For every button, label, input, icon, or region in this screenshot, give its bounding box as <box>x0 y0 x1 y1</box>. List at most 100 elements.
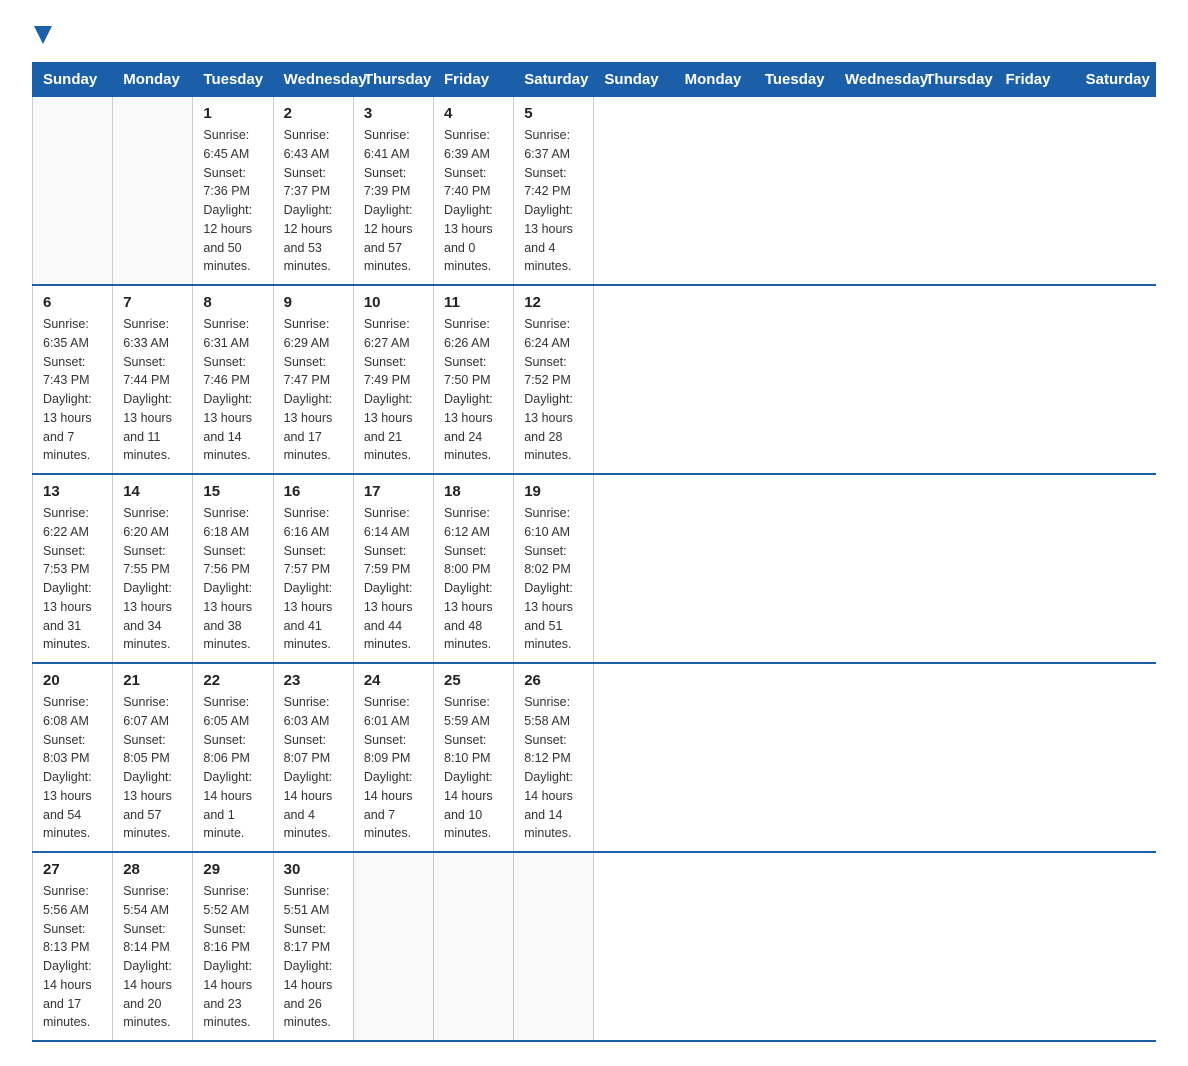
day-info: Sunrise: 6:35 AM Sunset: 7:43 PM Dayligh… <box>43 315 102 465</box>
column-header-sunday: Sunday <box>594 63 674 97</box>
calendar-cell: 21 Sunrise: 6:07 AM Sunset: 8:05 PM Dayli… <box>113 663 193 852</box>
day-info: Sunrise: 5:56 AM Sunset: 8:13 PM Dayligh… <box>43 882 102 1032</box>
calendar-cell: 29Sunrise: 5:52 AM Sunset: 8:16 PM Dayli… <box>193 852 273 1041</box>
day-info: Sunrise: 6:18 AM Sunset: 7:56 PM Dayligh… <box>203 504 262 654</box>
day-info: Sunrise: 6:29 AM Sunset: 7:47 PM Dayligh… <box>284 315 343 465</box>
page-header <box>32 24 1156 44</box>
column-header-tuesday: Tuesday <box>193 63 273 97</box>
calendar-week-row: 1 Sunrise: 6:45 AM Sunset: 7:36 PM Daylig… <box>33 97 1156 286</box>
calendar-header-row: SundayMondayTuesdayWednesdayThursdayFrid… <box>33 63 1156 97</box>
day-number: 4 <box>444 105 503 122</box>
day-number: 23 <box>284 672 343 689</box>
calendar-cell: 15 Sunrise: 6:18 AM Sunset: 7:56 PM Dayli… <box>193 474 273 663</box>
day-number: 30 <box>284 861 343 878</box>
day-number: 22 <box>203 672 262 689</box>
day-number: 16 <box>284 483 343 500</box>
calendar-cell <box>514 852 594 1041</box>
day-number: 28 <box>123 861 182 878</box>
calendar-cell: 25Sunrise: 5:59 AM Sunset: 8:10 PM Dayli… <box>434 663 514 852</box>
day-info: Sunrise: 6:10 AM Sunset: 8:02 PM Dayligh… <box>524 504 583 654</box>
column-header-sunday: Sunday <box>33 63 113 97</box>
column-header-friday: Friday <box>995 63 1075 97</box>
day-number: 13 <box>43 483 102 500</box>
day-number: 7 <box>123 294 182 311</box>
calendar-week-row: 20 Sunrise: 6:08 AM Sunset: 8:03 PM Dayli… <box>33 663 1156 852</box>
column-header-wednesday: Wednesday <box>835 63 915 97</box>
day-info: Sunrise: 6:14 AM Sunset: 7:59 PM Dayligh… <box>364 504 423 654</box>
day-number: 26 <box>524 672 583 689</box>
day-info: Sunrise: 6:31 AM Sunset: 7:46 PM Dayligh… <box>203 315 262 465</box>
column-header-friday: Friday <box>434 63 514 97</box>
day-info: Sunrise: 6:08 AM Sunset: 8:03 PM Dayligh… <box>43 693 102 843</box>
day-info: Sunrise: 6:16 AM Sunset: 7:57 PM Dayligh… <box>284 504 343 654</box>
logo-triangle-icon <box>34 26 52 44</box>
day-info: Sunrise: 6:41 AM Sunset: 7:39 PM Dayligh… <box>364 126 423 276</box>
calendar-cell: 16 Sunrise: 6:16 AM Sunset: 7:57 PM Dayli… <box>273 474 353 663</box>
day-number: 10 <box>364 294 423 311</box>
calendar-cell: 27Sunrise: 5:56 AM Sunset: 8:13 PM Dayli… <box>33 852 113 1041</box>
day-info: Sunrise: 5:51 AM Sunset: 8:17 PM Dayligh… <box>284 882 343 1032</box>
column-header-thursday: Thursday <box>353 63 433 97</box>
calendar-cell: 24 Sunrise: 6:01 AM Sunset: 8:09 PM Dayli… <box>353 663 433 852</box>
calendar-cell: 14 Sunrise: 6:20 AM Sunset: 7:55 PM Dayli… <box>113 474 193 663</box>
calendar-table: SundayMondayTuesdayWednesdayThursdayFrid… <box>32 62 1156 1042</box>
day-info: Sunrise: 6:01 AM Sunset: 8:09 PM Dayligh… <box>364 693 423 843</box>
day-number: 15 <box>203 483 262 500</box>
calendar-cell: 20 Sunrise: 6:08 AM Sunset: 8:03 PM Dayli… <box>33 663 113 852</box>
day-number: 6 <box>43 294 102 311</box>
day-info: Sunrise: 6:39 AM Sunset: 7:40 PM Dayligh… <box>444 126 503 276</box>
column-header-tuesday: Tuesday <box>754 63 834 97</box>
day-number: 24 <box>364 672 423 689</box>
calendar-cell: 28Sunrise: 5:54 AM Sunset: 8:14 PM Dayli… <box>113 852 193 1041</box>
day-number: 14 <box>123 483 182 500</box>
day-number: 21 <box>123 672 182 689</box>
calendar-cell: 18 Sunrise: 6:12 AM Sunset: 8:00 PM Dayli… <box>434 474 514 663</box>
calendar-cell: 23 Sunrise: 6:03 AM Sunset: 8:07 PM Dayli… <box>273 663 353 852</box>
day-info: Sunrise: 5:58 AM Sunset: 8:12 PM Dayligh… <box>524 693 583 843</box>
calendar-cell: 8 Sunrise: 6:31 AM Sunset: 7:46 PM Daylig… <box>193 285 273 474</box>
calendar-week-row: 6 Sunrise: 6:35 AM Sunset: 7:43 PM Daylig… <box>33 285 1156 474</box>
calendar-cell: 4 Sunrise: 6:39 AM Sunset: 7:40 PM Daylig… <box>434 97 514 286</box>
day-info: Sunrise: 6:12 AM Sunset: 8:00 PM Dayligh… <box>444 504 503 654</box>
day-info: Sunrise: 6:20 AM Sunset: 7:55 PM Dayligh… <box>123 504 182 654</box>
day-number: 18 <box>444 483 503 500</box>
day-info: Sunrise: 6:22 AM Sunset: 7:53 PM Dayligh… <box>43 504 102 654</box>
day-info: Sunrise: 6:03 AM Sunset: 8:07 PM Dayligh… <box>284 693 343 843</box>
calendar-cell: 11 Sunrise: 6:26 AM Sunset: 7:50 PM Dayli… <box>434 285 514 474</box>
day-info: Sunrise: 5:52 AM Sunset: 8:16 PM Dayligh… <box>203 882 262 1032</box>
day-info: Sunrise: 6:05 AM Sunset: 8:06 PM Dayligh… <box>203 693 262 843</box>
day-info: Sunrise: 6:33 AM Sunset: 7:44 PM Dayligh… <box>123 315 182 465</box>
calendar-cell: 13 Sunrise: 6:22 AM Sunset: 7:53 PM Dayli… <box>33 474 113 663</box>
day-number: 11 <box>444 294 503 311</box>
day-info: Sunrise: 6:37 AM Sunset: 7:42 PM Dayligh… <box>524 126 583 276</box>
column-header-thursday: Thursday <box>915 63 995 97</box>
day-number: 1 <box>203 105 262 122</box>
day-number: 2 <box>284 105 343 122</box>
calendar-cell: 17Sunrise: 6:14 AM Sunset: 7:59 PM Dayli… <box>353 474 433 663</box>
calendar-cell: 1 Sunrise: 6:45 AM Sunset: 7:36 PM Daylig… <box>193 97 273 286</box>
column-header-monday: Monday <box>113 63 193 97</box>
column-header-wednesday: Wednesday <box>273 63 353 97</box>
logo <box>32 24 52 44</box>
calendar-cell: 12Sunrise: 6:24 AM Sunset: 7:52 PM Dayli… <box>514 285 594 474</box>
calendar-cell: 22 Sunrise: 6:05 AM Sunset: 8:06 PM Dayli… <box>193 663 273 852</box>
calendar-week-row: 13 Sunrise: 6:22 AM Sunset: 7:53 PM Dayli… <box>33 474 1156 663</box>
day-info: Sunrise: 6:24 AM Sunset: 7:52 PM Dayligh… <box>524 315 583 465</box>
day-number: 5 <box>524 105 583 122</box>
day-number: 8 <box>203 294 262 311</box>
calendar-cell <box>33 97 113 286</box>
calendar-cell <box>113 97 193 286</box>
day-info: Sunrise: 6:45 AM Sunset: 7:36 PM Dayligh… <box>203 126 262 276</box>
column-header-monday: Monday <box>674 63 754 97</box>
calendar-cell: 2 Sunrise: 6:43 AM Sunset: 7:37 PM Daylig… <box>273 97 353 286</box>
calendar-cell: 7 Sunrise: 6:33 AM Sunset: 7:44 PM Daylig… <box>113 285 193 474</box>
day-info: Sunrise: 6:26 AM Sunset: 7:50 PM Dayligh… <box>444 315 503 465</box>
day-number: 20 <box>43 672 102 689</box>
calendar-week-row: 27Sunrise: 5:56 AM Sunset: 8:13 PM Dayli… <box>33 852 1156 1041</box>
calendar-cell: 9Sunrise: 6:29 AM Sunset: 7:47 PM Daylig… <box>273 285 353 474</box>
calendar-cell: 10Sunrise: 6:27 AM Sunset: 7:49 PM Dayli… <box>353 285 433 474</box>
calendar-cell: 5 Sunrise: 6:37 AM Sunset: 7:42 PM Daylig… <box>514 97 594 286</box>
calendar-cell: 3Sunrise: 6:41 AM Sunset: 7:39 PM Daylig… <box>353 97 433 286</box>
day-info: Sunrise: 6:43 AM Sunset: 7:37 PM Dayligh… <box>284 126 343 276</box>
day-info: Sunrise: 6:07 AM Sunset: 8:05 PM Dayligh… <box>123 693 182 843</box>
